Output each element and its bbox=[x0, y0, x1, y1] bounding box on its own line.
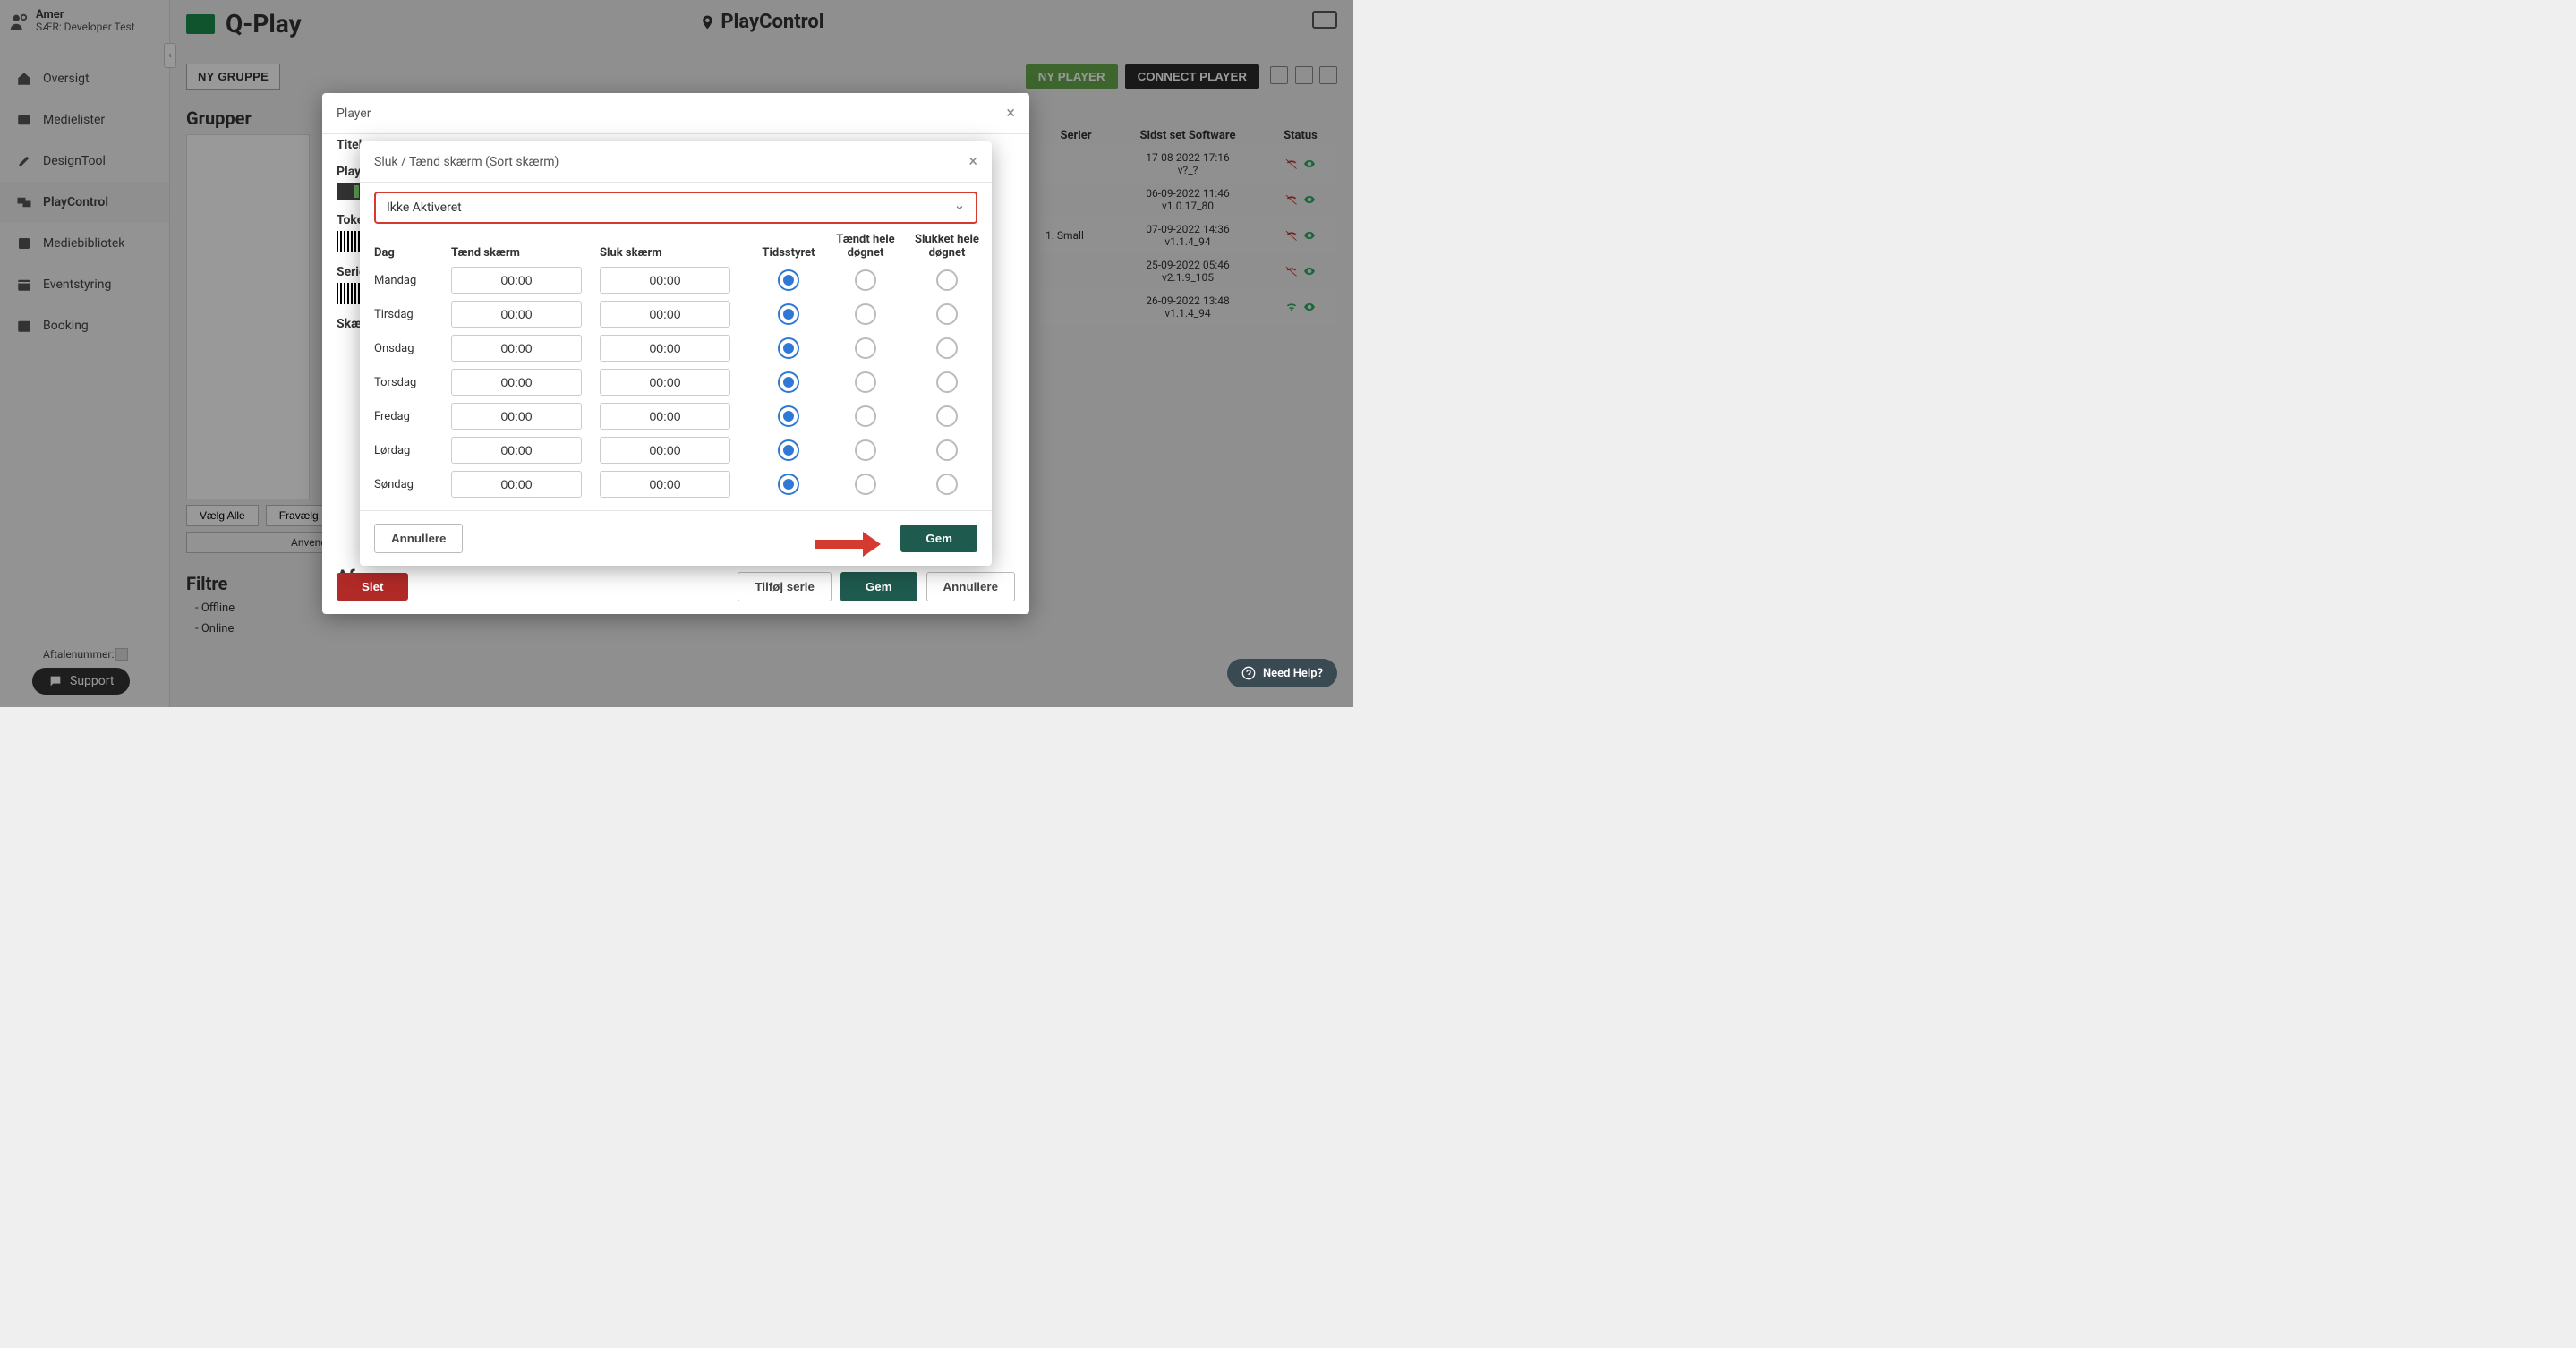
radio-tidsstyret[interactable] bbox=[778, 303, 799, 325]
day-label: Lørdag bbox=[374, 444, 451, 457]
radio-slukket-hele[interactable] bbox=[936, 269, 958, 291]
taend-input[interactable] bbox=[451, 403, 582, 430]
radio-tidsstyret[interactable] bbox=[778, 405, 799, 427]
sluk-input[interactable] bbox=[600, 471, 730, 498]
screen-schedule-modal: Sluk / Tænd skærm (Sort skærm) × Ikke Ak… bbox=[360, 141, 992, 566]
radio-tidsstyret[interactable] bbox=[778, 474, 799, 495]
radio-slukket-hele[interactable] bbox=[936, 474, 958, 495]
schedule-row: Onsdag bbox=[374, 335, 977, 362]
sluk-input[interactable] bbox=[600, 369, 730, 396]
screen-modal-title: Sluk / Tænd skærm (Sort skærm) bbox=[374, 155, 559, 169]
schedule-row: Tirsdag bbox=[374, 301, 977, 328]
radio-taendt-hele[interactable] bbox=[855, 269, 876, 291]
taend-input[interactable] bbox=[451, 471, 582, 498]
tilfoj-serie-button[interactable]: Tilføj serie bbox=[738, 572, 831, 601]
sluk-input[interactable] bbox=[600, 437, 730, 464]
taend-input[interactable] bbox=[451, 267, 582, 294]
th-taend: Tænd skærm bbox=[451, 246, 600, 260]
radio-taendt-hele[interactable] bbox=[855, 371, 876, 393]
radio-tidsstyret[interactable] bbox=[778, 337, 799, 359]
th-dag: Dag bbox=[374, 246, 451, 260]
day-label: Onsdag bbox=[374, 342, 451, 355]
radio-slukket-hele[interactable] bbox=[936, 439, 958, 461]
player-chip-icon bbox=[337, 183, 362, 200]
need-help-button[interactable]: Need Help? bbox=[1227, 659, 1337, 687]
annotation-arrow bbox=[815, 532, 881, 557]
activation-value: Ikke Aktiveret bbox=[387, 200, 462, 215]
gem-button[interactable]: Gem bbox=[900, 525, 977, 552]
radio-taendt-hele[interactable] bbox=[855, 439, 876, 461]
need-help-label: Need Help? bbox=[1263, 667, 1323, 680]
radio-slukket-hele[interactable] bbox=[936, 303, 958, 325]
day-label: Torsdag bbox=[374, 376, 451, 389]
taend-input[interactable] bbox=[451, 437, 582, 464]
radio-tidsstyret[interactable] bbox=[778, 269, 799, 291]
th-sluk: Sluk skærm bbox=[600, 246, 750, 260]
th-tidsstyret: Tidsstyret bbox=[750, 246, 827, 260]
radio-slukket-hele[interactable] bbox=[936, 405, 958, 427]
day-label: Søndag bbox=[374, 478, 451, 491]
sluk-input[interactable] bbox=[600, 301, 730, 328]
sluk-input[interactable] bbox=[600, 403, 730, 430]
day-label: Mandag bbox=[374, 274, 451, 287]
activation-select[interactable]: Ikke Aktiveret bbox=[374, 192, 977, 224]
schedule-row: Lørdag bbox=[374, 437, 977, 464]
chevron-down-icon bbox=[954, 202, 965, 213]
slet-button[interactable]: Slet bbox=[337, 573, 408, 601]
th-taendt-hele: Tændt hele døgnet bbox=[827, 233, 904, 260]
taend-input[interactable] bbox=[451, 301, 582, 328]
help-icon bbox=[1241, 666, 1256, 680]
day-label: Fredag bbox=[374, 410, 451, 423]
annullere-button[interactable]: Annullere bbox=[374, 524, 463, 553]
schedule-row: Søndag bbox=[374, 471, 977, 498]
close-icon[interactable]: × bbox=[968, 152, 977, 171]
schedule-row: Fredag bbox=[374, 403, 977, 430]
sluk-input[interactable] bbox=[600, 335, 730, 362]
radio-tidsstyret[interactable] bbox=[778, 371, 799, 393]
player-modal-title: Player bbox=[337, 107, 371, 121]
radio-slukket-hele[interactable] bbox=[936, 371, 958, 393]
schedule-row: Mandag bbox=[374, 267, 977, 294]
radio-taendt-hele[interactable] bbox=[855, 474, 876, 495]
sluk-input[interactable] bbox=[600, 267, 730, 294]
day-label: Tirsdag bbox=[374, 308, 451, 321]
radio-slukket-hele[interactable] bbox=[936, 337, 958, 359]
annullere-button-modal1[interactable]: Annullere bbox=[926, 572, 1015, 601]
taend-input[interactable] bbox=[451, 369, 582, 396]
taend-input[interactable] bbox=[451, 335, 582, 362]
radio-tidsstyret[interactable] bbox=[778, 439, 799, 461]
th-slukket-hele: Slukket hele døgnet bbox=[904, 233, 990, 260]
gem-button-modal1[interactable]: Gem bbox=[840, 572, 917, 601]
radio-taendt-hele[interactable] bbox=[855, 405, 876, 427]
radio-taendt-hele[interactable] bbox=[855, 337, 876, 359]
schedule-row: Torsdag bbox=[374, 369, 977, 396]
radio-taendt-hele[interactable] bbox=[855, 303, 876, 325]
close-icon[interactable]: × bbox=[1006, 104, 1015, 123]
